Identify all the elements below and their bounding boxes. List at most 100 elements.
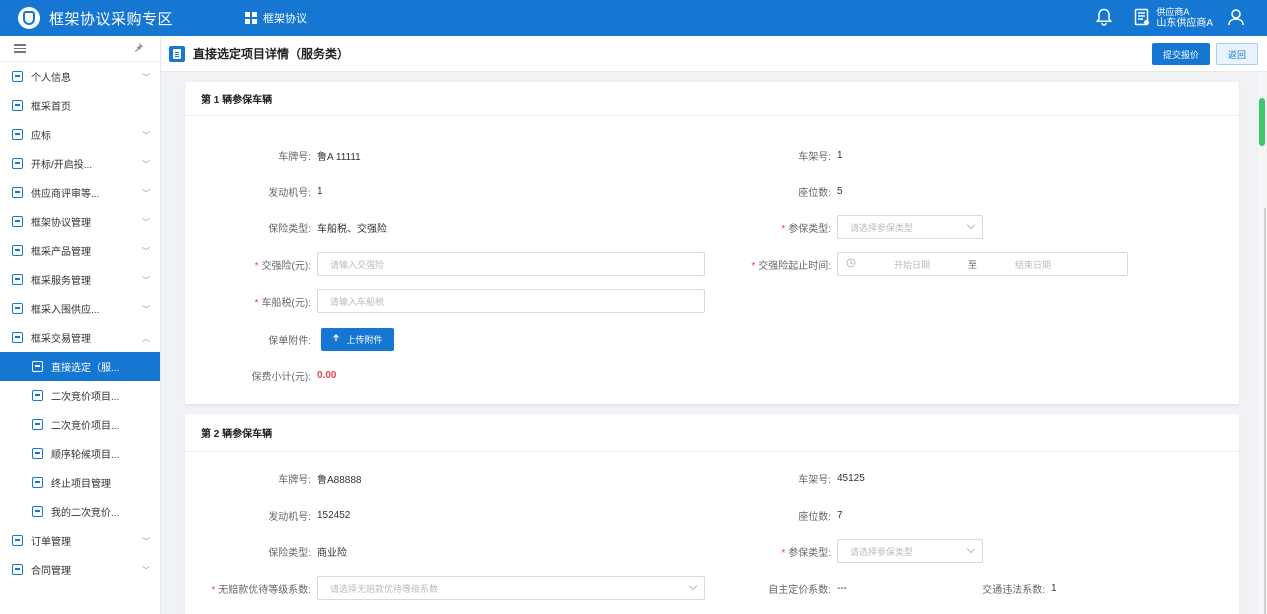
sidebar-item-shortlist-supplier[interactable]: 框采入围供应... ﹀ <box>0 294 160 323</box>
menu-toggle-icon[interactable] <box>14 42 26 55</box>
upload-attachment-button[interactable]: 上传附件 <box>321 327 394 351</box>
user-avatar-icon[interactable] <box>1227 8 1245 29</box>
upload-icon <box>332 334 340 344</box>
scrollbar-track <box>1264 208 1266 614</box>
insurance-type-label: 保险类型: <box>268 223 311 235</box>
sidebar-item-label: 框采产品管理 <box>31 247 91 258</box>
coverage-type-field: * 参保类型: 请选择参保类型 <box>705 539 983 563</box>
sidebar-item-service-mgmt[interactable]: 框采服务管理 ﹀ <box>0 265 160 294</box>
jqx-input[interactable]: 请输入交强险 <box>317 252 705 276</box>
ncd-select[interactable]: 请选择无赔款优待等级系数 <box>317 576 705 600</box>
jqx-date-range[interactable]: 开始日期 至 结束日期 <box>837 252 1128 276</box>
sidebar-item-direct-selection[interactable]: 直接选定（服... <box>0 352 160 381</box>
sidebar-item-label: 终止项目管理 <box>51 479 111 490</box>
end-date-placeholder[interactable]: 结束日期 <box>1015 258 1051 271</box>
sidebar-item-label: 合同管理 <box>31 566 71 577</box>
sidebar-item-terminate-project[interactable]: 终止项目管理 <box>0 468 160 497</box>
vehicle-card-1: 第 1 辆参保车辆 车牌号: 鲁A 11111 车架号: 1 发动机号: 1 座… <box>185 82 1239 404</box>
insurance-type-label: 保险类型: <box>268 547 311 559</box>
grid-icon <box>245 12 257 24</box>
plate-value: 鲁A 11111 <box>317 151 361 163</box>
sidebar-item-bid[interactable]: 应标 ﹀ <box>0 120 160 149</box>
plate-label: 车牌号: <box>278 474 311 486</box>
subtotal-label: 保费小计(元): <box>251 371 311 383</box>
sidebar-item-label: 个人信息 <box>31 73 71 84</box>
insurance-type-field: 保险类型: 商业险 <box>185 539 347 563</box>
required-mark: * <box>211 584 216 596</box>
subtotal-field: 保费小计(元): 0.00 <box>185 363 337 387</box>
terminate-icon <box>31 476 44 489</box>
ccs-input[interactable]: 请输入车船税 <box>317 289 705 313</box>
engine-value: 1 <box>317 185 323 197</box>
jqx-period-field: * 交强险起止时间: 开始日期 至 结束日期 <box>705 252 1128 276</box>
contract-icon <box>11 563 24 576</box>
chevron-down-icon: ﹀ <box>142 189 150 198</box>
sidebar-item-sequential-rotation[interactable]: 顺序轮候项目... <box>0 439 160 468</box>
bell-icon[interactable] <box>1096 8 1113 29</box>
service-icon <box>11 273 24 286</box>
engine-label: 发动机号: <box>268 187 311 199</box>
ccs-placeholder: 请输入车船税 <box>330 296 385 307</box>
plate-value: 鲁A88888 <box>317 474 362 486</box>
coverage-type-select[interactable]: 请选择参保类型 <box>837 539 983 563</box>
sidebar-item-label: 二次竞价项目... <box>51 421 120 432</box>
people-icon <box>31 418 44 431</box>
order-icon <box>11 534 24 547</box>
back-button[interactable]: 返回 <box>1216 43 1258 65</box>
sidebar-item-second-bidding-2[interactable]: 二次竞价项目... <box>0 410 160 439</box>
nav-framework-link[interactable]: 框架协议 <box>245 0 307 36</box>
document-icon[interactable] <box>1134 8 1150 29</box>
review-icon <box>11 186 24 199</box>
direct-selection-icon <box>31 360 44 373</box>
pin-icon[interactable] <box>133 42 144 56</box>
chevron-down-icon: ﹀ <box>142 218 150 227</box>
sidebar-item-contract-mgmt[interactable]: 合同管理 ﹀ <box>0 555 160 584</box>
vehicle-card-2: 第 2 辆参保车辆 车牌号: 鲁A88888 车架号: 45125 发动机号: … <box>185 414 1239 614</box>
sidebar-item-supplier-review[interactable]: 供应商评审等... ﹀ <box>0 178 160 207</box>
jqx-field: * 交强险(元): 请输入交强险 <box>185 252 705 276</box>
start-date-placeholder[interactable]: 开始日期 <box>894 258 930 271</box>
chevron-down-icon: ﹀ <box>142 247 150 256</box>
my-bidding-icon <box>31 505 44 518</box>
coverage-type-label: 参保类型: <box>788 547 831 559</box>
page-header: 直接选定项目详情（服务类） 提交报价 返回 <box>161 36 1267 72</box>
traffic-violation-field: 交通违法系数: 1 <box>955 576 1056 600</box>
sidebar-item-agreement-mgmt[interactable]: 框架协议管理 ﹀ <box>0 207 160 236</box>
plate-field: 车牌号: 鲁A 11111 <box>185 143 361 167</box>
insurance-type-field: 保险类型: 车船税、交强险 <box>185 215 387 239</box>
app-logo <box>18 7 40 29</box>
seats-field: 座位数: 5 <box>705 179 842 203</box>
sidebar-item-my-second-bidding[interactable]: 我的二次竞价... <box>0 497 160 526</box>
sidebar-item-label: 我的二次竞价... <box>51 508 120 519</box>
required-mark: * <box>254 297 259 309</box>
page-title: 直接选定项目详情（服务类） <box>193 47 350 61</box>
home-icon <box>11 99 24 112</box>
seats-value: 7 <box>837 509 843 521</box>
chevron-down-icon: ﹀ <box>142 73 150 82</box>
sidebar-item-order-mgmt[interactable]: 订单管理 ﹀ <box>0 526 160 555</box>
sidebar-item-second-bidding-1[interactable]: 二次竞价项目... <box>0 381 160 410</box>
sidebar-item-label: 应标 <box>31 131 51 142</box>
attachment-label: 保单附件: <box>268 335 311 347</box>
coverage-type-field: * 参保类型: 请选择参保类型 <box>705 215 983 239</box>
frame-label: 车架号: <box>798 151 831 163</box>
coverage-type-select[interactable]: 请选择参保类型 <box>837 215 983 239</box>
scrollbar-thumb[interactable] <box>1259 98 1265 146</box>
sidebar-item-bid-opening[interactable]: 开标/开启投... ﹀ <box>0 149 160 178</box>
bid-icon <box>11 128 24 141</box>
seats-label: 座位数: <box>798 511 831 523</box>
sidebar-item-product-mgmt[interactable]: 框采产品管理 ﹀ <box>0 236 160 265</box>
coverage-type-placeholder: 请选择参保类型 <box>850 546 914 557</box>
app-title: 框架协议采购专区 <box>49 10 174 28</box>
vehicle-card-title: 第 2 辆参保车辆 <box>185 414 1239 452</box>
chevron-down-icon <box>966 220 976 230</box>
vertical-scrollbar[interactable] <box>1258 72 1267 614</box>
submit-quote-button[interactable]: 提交报价 <box>1152 43 1210 65</box>
sidebar-item-personal-info[interactable]: 个人信息 ﹀ <box>0 62 160 91</box>
sidebar-item-home[interactable]: 框采首页 <box>0 91 160 120</box>
product-icon <box>11 244 24 257</box>
sidebar-item-transaction-mgmt[interactable]: 框采交易管理 ︿ <box>0 323 160 352</box>
seats-field: 座位数: 7 <box>705 503 843 527</box>
jqx-placeholder: 请输入交强险 <box>330 259 385 270</box>
plate-field: 车牌号: 鲁A88888 <box>185 466 361 490</box>
